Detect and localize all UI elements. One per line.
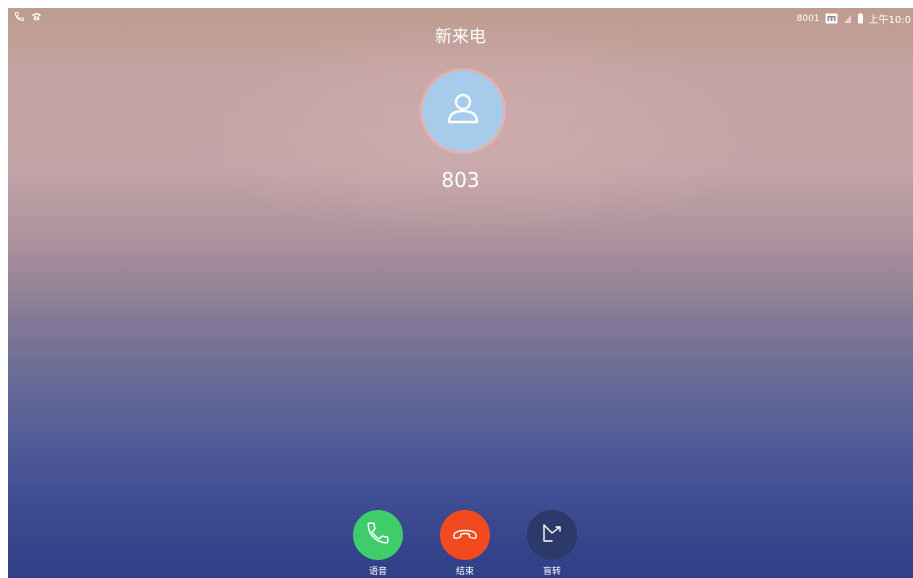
phone-hangup-icon [451, 519, 479, 551]
avatar [420, 68, 506, 154]
status-bar-left [14, 11, 42, 22]
blind-transfer-button-circle[interactable] [527, 510, 577, 560]
voicemail-icon [31, 11, 42, 22]
person-icon [443, 89, 483, 133]
transfer-arrow-icon [540, 521, 564, 549]
page-title: 新来电 [435, 27, 486, 47]
end-call-button[interactable]: 结束 [440, 510, 490, 577]
blind-transfer-button[interactable]: 盲转 [527, 510, 577, 577]
phone-handset-icon [14, 11, 25, 22]
answer-button[interactable]: 语音 [353, 510, 403, 577]
call-actions: 语音 结束 盲转 [353, 510, 577, 577]
end-call-button-circle[interactable] [440, 510, 490, 560]
avatar-circle [423, 71, 503, 151]
end-call-label: 结束 [455, 567, 474, 577]
answer-label: 语音 [368, 567, 387, 577]
phone-answer-icon [365, 520, 391, 550]
incoming-call-screen: 8001 上午10:0 新来电 803 语音 结束 盲转 [8, 8, 913, 578]
blind-transfer-label: 盲转 [542, 567, 561, 577]
caller-number: 803 [441, 168, 480, 192]
answer-button-circle[interactable] [353, 510, 403, 560]
